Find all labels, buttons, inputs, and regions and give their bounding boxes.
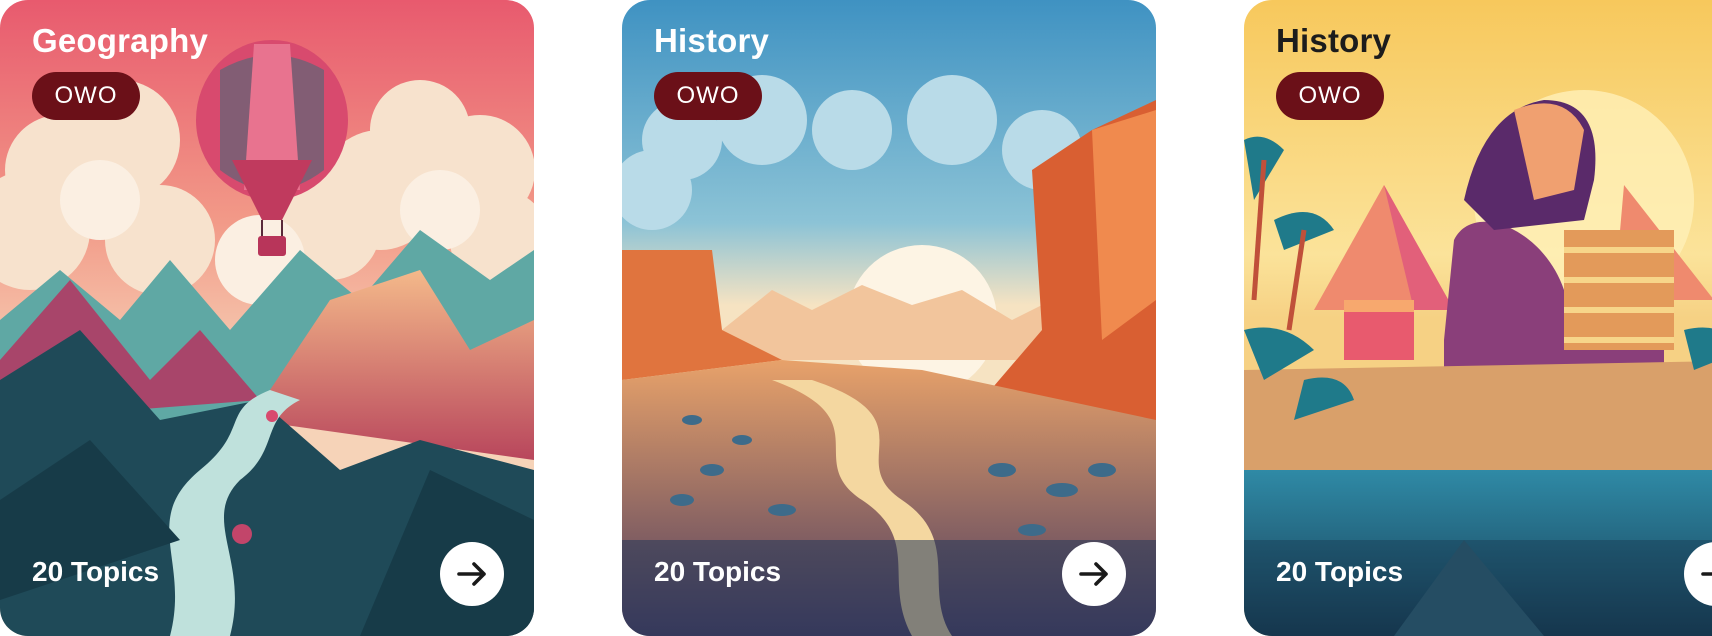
card-title: History — [654, 22, 770, 59]
go-button[interactable] — [440, 542, 504, 606]
course-card-history-canyon[interactable]: History OWO 20 Topics — [622, 0, 1156, 636]
topics-count: 20 Topics — [1276, 556, 1404, 587]
topics-count: 20 Topics — [32, 556, 160, 587]
card-title: Geography — [32, 22, 209, 59]
arrow-right-icon — [1701, 572, 1712, 576]
go-button[interactable] — [1062, 542, 1126, 606]
course-card-geography[interactable]: Geography OWO 20 Topics — [0, 0, 534, 636]
course-card-history-sphinx[interactable]: History OWO 20 Topics — [1244, 0, 1712, 636]
card-badge: OWO — [1276, 72, 1384, 120]
card-badge: OWO — [654, 72, 762, 120]
arrow-right-icon — [457, 562, 486, 586]
card-title: History — [1276, 22, 1392, 59]
card-badge: OWO — [32, 72, 140, 120]
arrow-right-icon — [1079, 562, 1108, 586]
topics-count: 20 Topics — [654, 556, 782, 587]
